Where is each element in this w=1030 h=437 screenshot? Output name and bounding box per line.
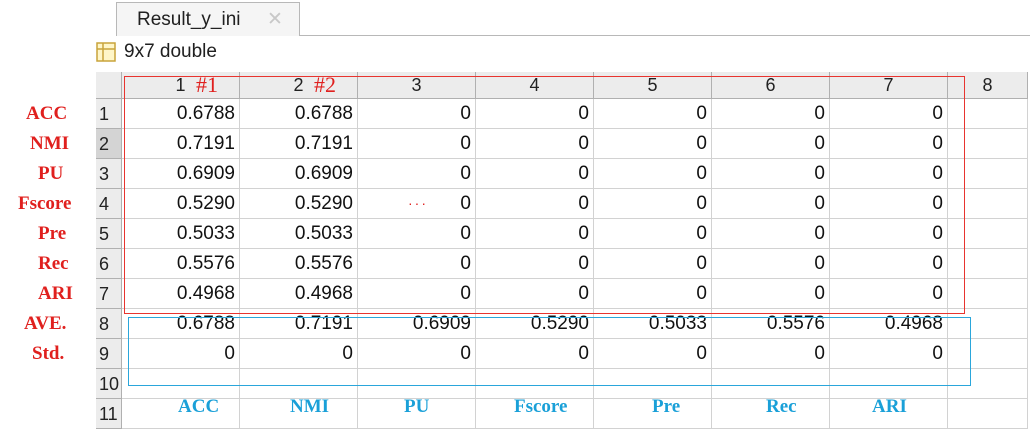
row-annotation-pre: Pre: [38, 223, 67, 244]
row-header-2[interactable]: 2: [96, 129, 122, 159]
column-metric-annotation-pre: Pre: [652, 396, 681, 417]
variable-size-label: 9x7 double: [124, 41, 217, 62]
column-metric-annotation-pu: PU: [404, 396, 430, 417]
column-metric-annotation-ari: ARI: [872, 396, 907, 417]
column-annotation-2: #2: [314, 72, 336, 97]
column-metric-annotation-nmi: NMI: [290, 396, 330, 417]
ellipsis-mark: ···: [408, 195, 428, 211]
row-annotation-nmi: NMI: [30, 133, 70, 154]
grid-icon: [96, 42, 116, 62]
row-header-6[interactable]: 6: [96, 249, 122, 279]
summary-highlight-box: [128, 317, 971, 386]
row-header-10[interactable]: 10: [96, 369, 122, 399]
close-icon[interactable]: ✕: [267, 8, 283, 31]
row-header-1[interactable]: 1: [96, 99, 122, 129]
row-annotation-ave: AVE.: [24, 313, 67, 334]
row-header-5[interactable]: 5: [96, 219, 122, 249]
row-annotation-ari: ARI: [38, 283, 73, 304]
grid-cell[interactable]: [948, 399, 1028, 429]
row-annotation-acc: ACC: [26, 103, 68, 124]
metrics-highlight-box: [124, 76, 965, 314]
document-tab-bar: Result_y_ini ✕: [0, 0, 1030, 36]
column-metric-annotation-fscore: Fscore: [514, 396, 568, 417]
row-annotation-pu: PU: [38, 163, 64, 184]
tab-result-y-ini[interactable]: Result_y_ini ✕: [116, 2, 300, 36]
row-annotation-std: Std.: [32, 343, 65, 364]
row-header-7[interactable]: 7: [96, 279, 122, 309]
column-metric-annotation-rec: Rec: [766, 396, 797, 417]
row-annotation-fscore: Fscore: [18, 193, 72, 214]
row-header-9[interactable]: 9: [96, 339, 122, 369]
row-header-11[interactable]: 11: [96, 399, 122, 429]
column-annotation-1: #1: [196, 72, 218, 97]
tab-divider: [300, 35, 1030, 36]
column-metric-annotation-acc: ACC: [178, 396, 220, 417]
row-header-8[interactable]: 8: [96, 309, 122, 339]
row-annotation-rec: Rec: [38, 253, 69, 274]
grid-corner[interactable]: [96, 72, 122, 99]
row-header-4[interactable]: 4: [96, 189, 122, 219]
tab-label: Result_y_ini: [137, 9, 241, 30]
row-header-3[interactable]: 3: [96, 159, 122, 189]
